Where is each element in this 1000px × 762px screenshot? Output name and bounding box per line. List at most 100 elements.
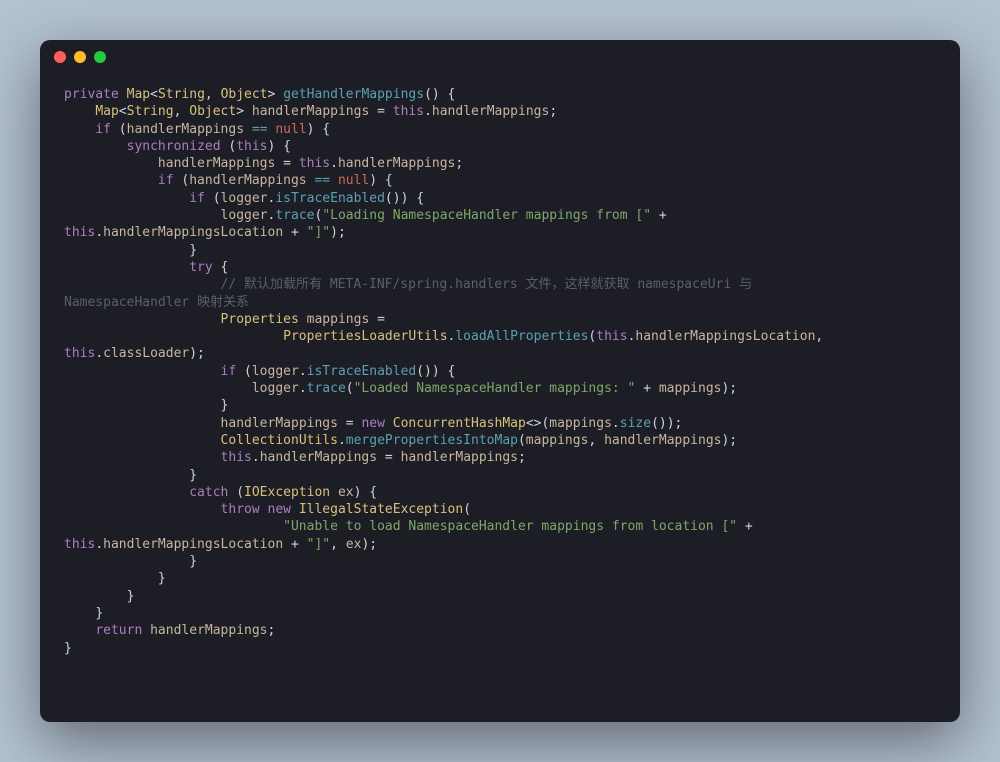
type: Object (189, 104, 236, 119)
ident: handlerMappings (127, 122, 244, 137)
indent (64, 277, 221, 292)
fn: isTraceEnabled (275, 191, 385, 206)
op: == (307, 173, 338, 188)
ident: handlerMappings (401, 450, 518, 465)
indent (64, 208, 221, 223)
indent (64, 589, 127, 604)
string: "]" (307, 537, 330, 552)
punct: ( (111, 122, 127, 137)
field: handlerMappingsLocation (635, 329, 815, 344)
this: this (64, 537, 95, 552)
punct: ()); (651, 416, 682, 431)
zoom-icon[interactable] (94, 51, 106, 63)
null: null (275, 122, 306, 137)
field: handlerMappings (338, 156, 455, 171)
punct: ); (330, 225, 346, 240)
punct: ; (455, 156, 463, 171)
ident: handlerMappings (252, 104, 369, 119)
kw: synchronized (127, 139, 221, 154)
indent (64, 623, 95, 638)
ident: handlerMappings (189, 173, 306, 188)
space (385, 416, 393, 431)
type: Properties (221, 312, 299, 327)
punct: <> (526, 416, 542, 431)
window-titlebar (40, 40, 960, 74)
punct: { (213, 260, 229, 275)
indent (64, 606, 95, 621)
indent (64, 260, 189, 275)
indent (64, 416, 221, 431)
type: Object (221, 87, 268, 102)
indent (64, 381, 252, 396)
punct: = (338, 416, 361, 431)
comment: NamespaceHandler 映射关系 (64, 295, 249, 310)
kw: try (189, 260, 212, 275)
punct: + (737, 519, 760, 534)
punct: , (815, 329, 831, 344)
punct: . (95, 346, 103, 361)
string: "Loaded NamespaceHandler mappings: " (354, 381, 636, 396)
ident: mappings (659, 381, 722, 396)
kw: return (95, 623, 142, 638)
kw: if (95, 122, 111, 137)
indent (64, 571, 158, 586)
indent (64, 243, 189, 258)
kw-private: private (64, 87, 119, 102)
this: this (393, 104, 424, 119)
kw: new (361, 416, 384, 431)
space (291, 502, 299, 517)
punct: ()) { (416, 364, 455, 379)
punct: ; (268, 623, 276, 638)
punct: > (236, 104, 252, 119)
type: ConcurrentHashMap (393, 416, 526, 431)
ident: ex (330, 485, 353, 500)
code-block: private Map<String, Object> getHandlerMa… (64, 86, 936, 706)
punct: ( (228, 485, 244, 500)
kw: throw (221, 502, 260, 517)
punct: ); (721, 381, 737, 396)
punct: . (299, 364, 307, 379)
ident: handlerMappings (158, 156, 275, 171)
punct: . (95, 225, 103, 240)
brace: } (127, 589, 135, 604)
space (260, 502, 268, 517)
ident: mappings (299, 312, 369, 327)
kw: if (158, 173, 174, 188)
punct: , (205, 87, 221, 102)
type-map: Map (127, 87, 150, 102)
string: "]" (307, 225, 330, 240)
type: Map (95, 104, 118, 119)
punct: ); (189, 346, 205, 361)
punct: = (275, 156, 298, 171)
brace: } (189, 243, 197, 258)
close-icon[interactable] (54, 51, 66, 63)
fn: mergePropertiesIntoMap (346, 433, 518, 448)
punct: ) { (369, 173, 392, 188)
type: IllegalStateException (299, 502, 463, 517)
punct: ( (221, 139, 237, 154)
punct: . (95, 537, 103, 552)
this: this (596, 329, 627, 344)
this: this (221, 450, 252, 465)
string: "Unable to load NamespaceHandler mapping… (283, 519, 737, 534)
ident: handlerMappings (221, 416, 338, 431)
field: classLoader (103, 346, 189, 361)
punct: . (338, 433, 346, 448)
punct: ( (463, 502, 471, 517)
brace: } (64, 641, 72, 656)
indent (64, 364, 221, 379)
punct: , (588, 433, 604, 448)
indent (64, 104, 95, 119)
brace: } (221, 398, 229, 413)
code-window: private Map<String, Object> getHandlerMa… (40, 40, 960, 722)
punct: . (424, 104, 432, 119)
ident: ex (346, 537, 362, 552)
fn: getHandlerMappings (283, 87, 424, 102)
punct: ( (236, 364, 252, 379)
ident: handlerMappings (604, 433, 721, 448)
minimize-icon[interactable] (74, 51, 86, 63)
punct: ; (518, 450, 526, 465)
punct: , (330, 537, 346, 552)
punct: < (119, 104, 127, 119)
punct: + (635, 381, 658, 396)
